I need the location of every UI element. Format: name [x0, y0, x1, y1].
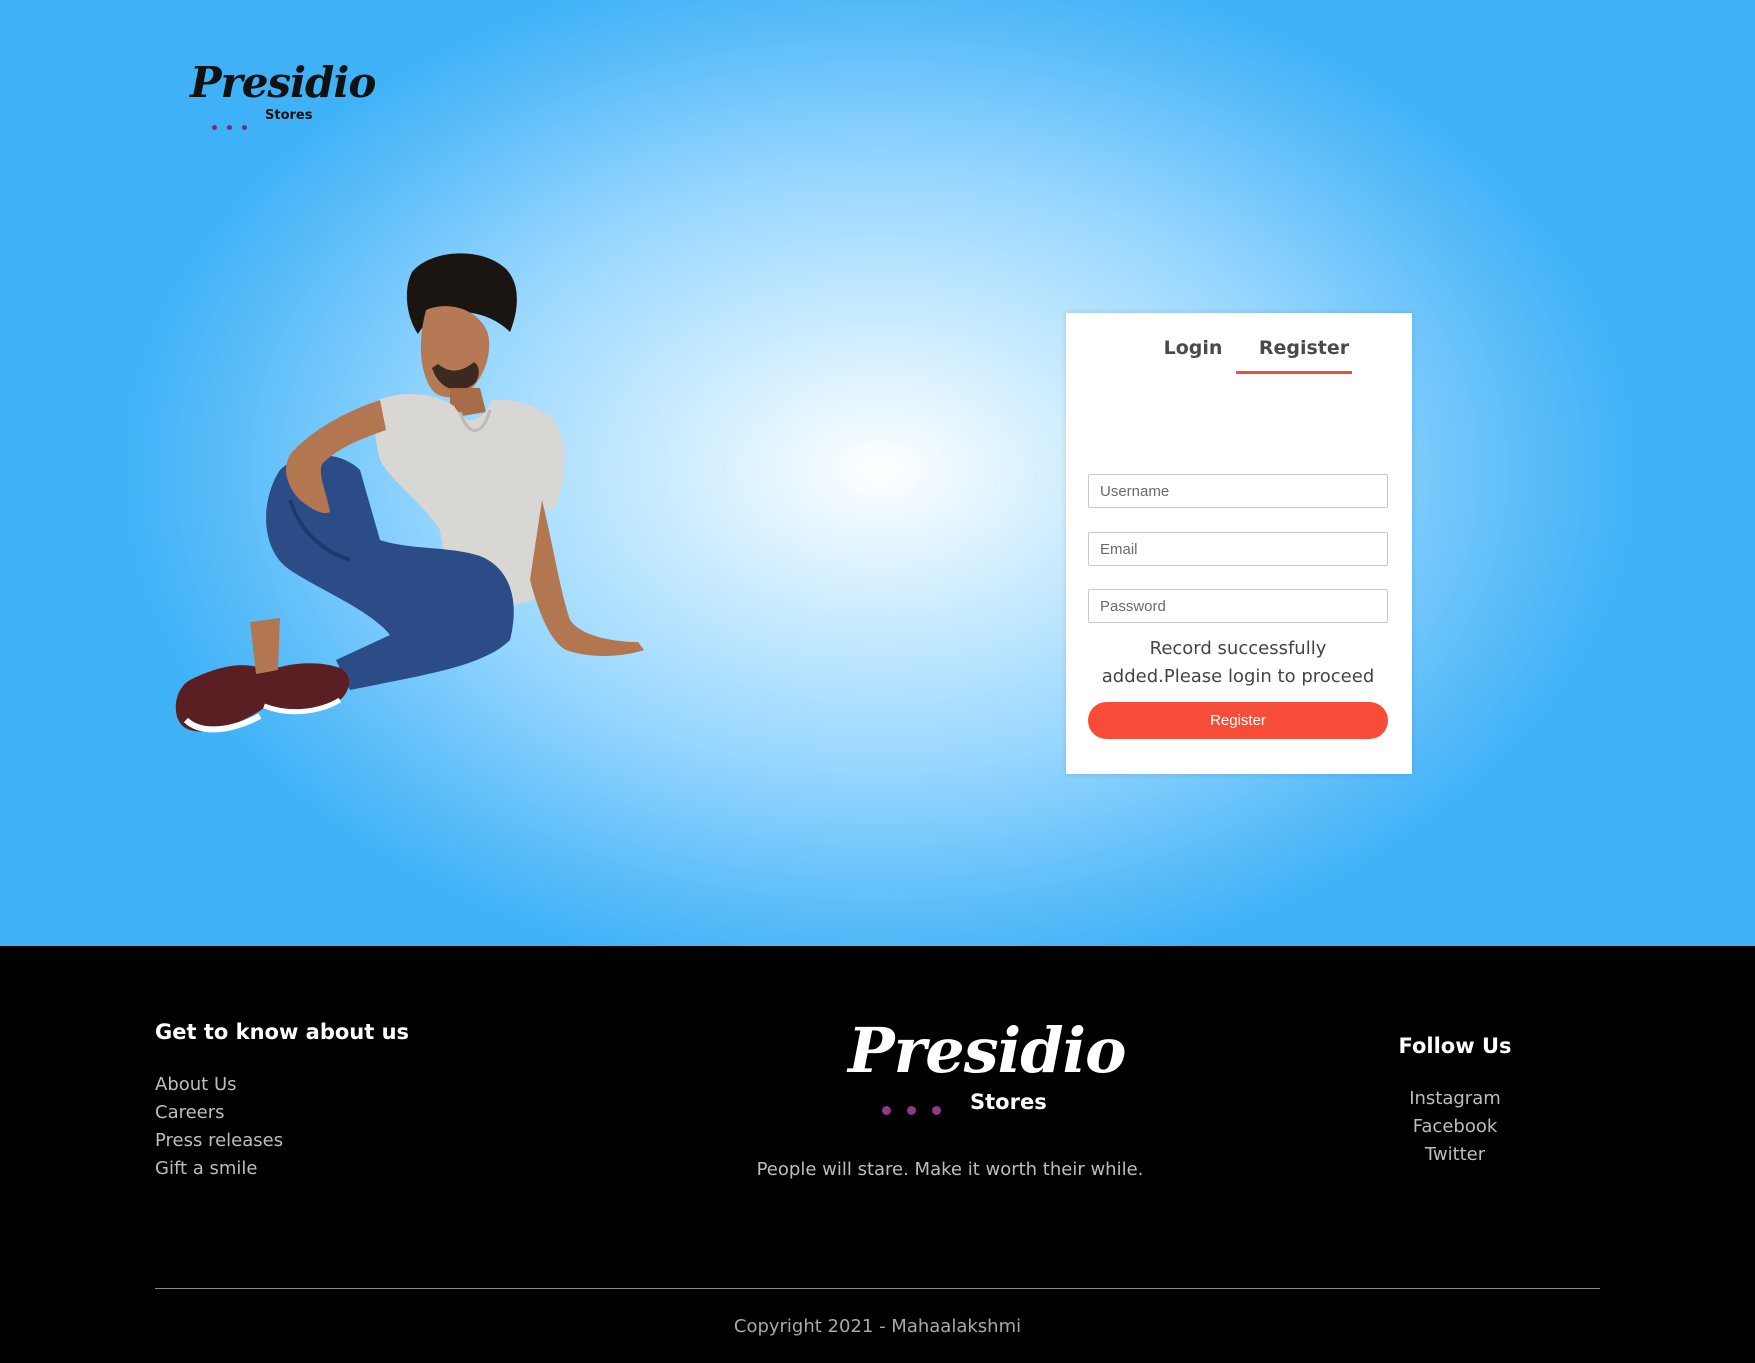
tagline: People will stare. Make it worth their w… — [756, 1159, 1144, 1180]
copyright: Copyright 2021 - Mahaalakshmi — [733, 1316, 1022, 1337]
register-button[interactable]: Register — [1088, 702, 1388, 739]
username-input[interactable] — [1088, 474, 1388, 508]
footer-link-instagram[interactable]: Instagram — [1300, 1085, 1610, 1113]
footer-link-facebook[interactable]: Facebook — [1300, 1113, 1610, 1141]
footer-divider — [155, 1288, 1600, 1289]
about-links: About Us Careers Press releases Gift a s… — [155, 1071, 283, 1183]
active-tab-indicator — [1236, 371, 1352, 374]
tab-login[interactable]: Login — [1138, 337, 1248, 365]
header-logo[interactable]: Presidio Stores — [190, 62, 376, 130]
follow-heading: Follow Us — [1398, 1034, 1512, 1058]
email-input[interactable] — [1088, 532, 1388, 566]
auth-card: Login Register Record successfully added… — [1066, 313, 1412, 774]
logo-wordmark: Presidio — [190, 58, 376, 107]
password-input[interactable] — [1088, 589, 1388, 623]
footer-link-twitter[interactable]: Twitter — [1300, 1141, 1610, 1169]
social-links: Instagram Facebook Twitter — [1300, 1085, 1610, 1169]
logo-wordmark: Presidio — [848, 1014, 1126, 1087]
logo-subtitle: Stores — [265, 108, 313, 123]
logo-subtitle: Stores — [970, 1090, 1047, 1114]
footer-logo[interactable]: Presidio Stores — [848, 1020, 1126, 1120]
hero-section: Presidio Stores Login Register Username … — [0, 0, 1755, 946]
footer-link-careers[interactable]: Careers — [155, 1099, 283, 1127]
about-heading: Get to know about us — [155, 1020, 410, 1044]
tab-register[interactable]: Register — [1236, 337, 1372, 365]
logo-dots — [882, 1100, 957, 1119]
footer-link-press-releases[interactable]: Press releases — [155, 1127, 283, 1155]
footer: Get to know about us About Us Careers Pr… — [0, 946, 1755, 1363]
footer-link-about-us[interactable]: About Us — [155, 1071, 283, 1099]
status-message: Record successfully added.Please login t… — [1101, 638, 1375, 687]
logo-dots — [212, 115, 257, 134]
hero-model-image — [175, 253, 644, 733]
footer-link-gift-a-smile[interactable]: Gift a smile — [155, 1155, 283, 1183]
